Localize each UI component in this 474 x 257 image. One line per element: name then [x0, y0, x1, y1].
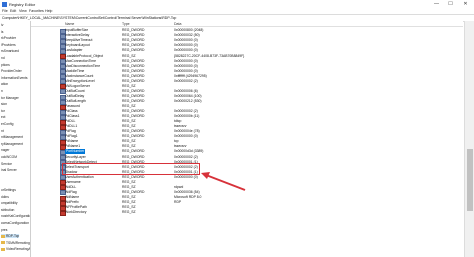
annotation-arrow	[201, 172, 246, 191]
annotation-arrow-line	[205, 174, 246, 191]
